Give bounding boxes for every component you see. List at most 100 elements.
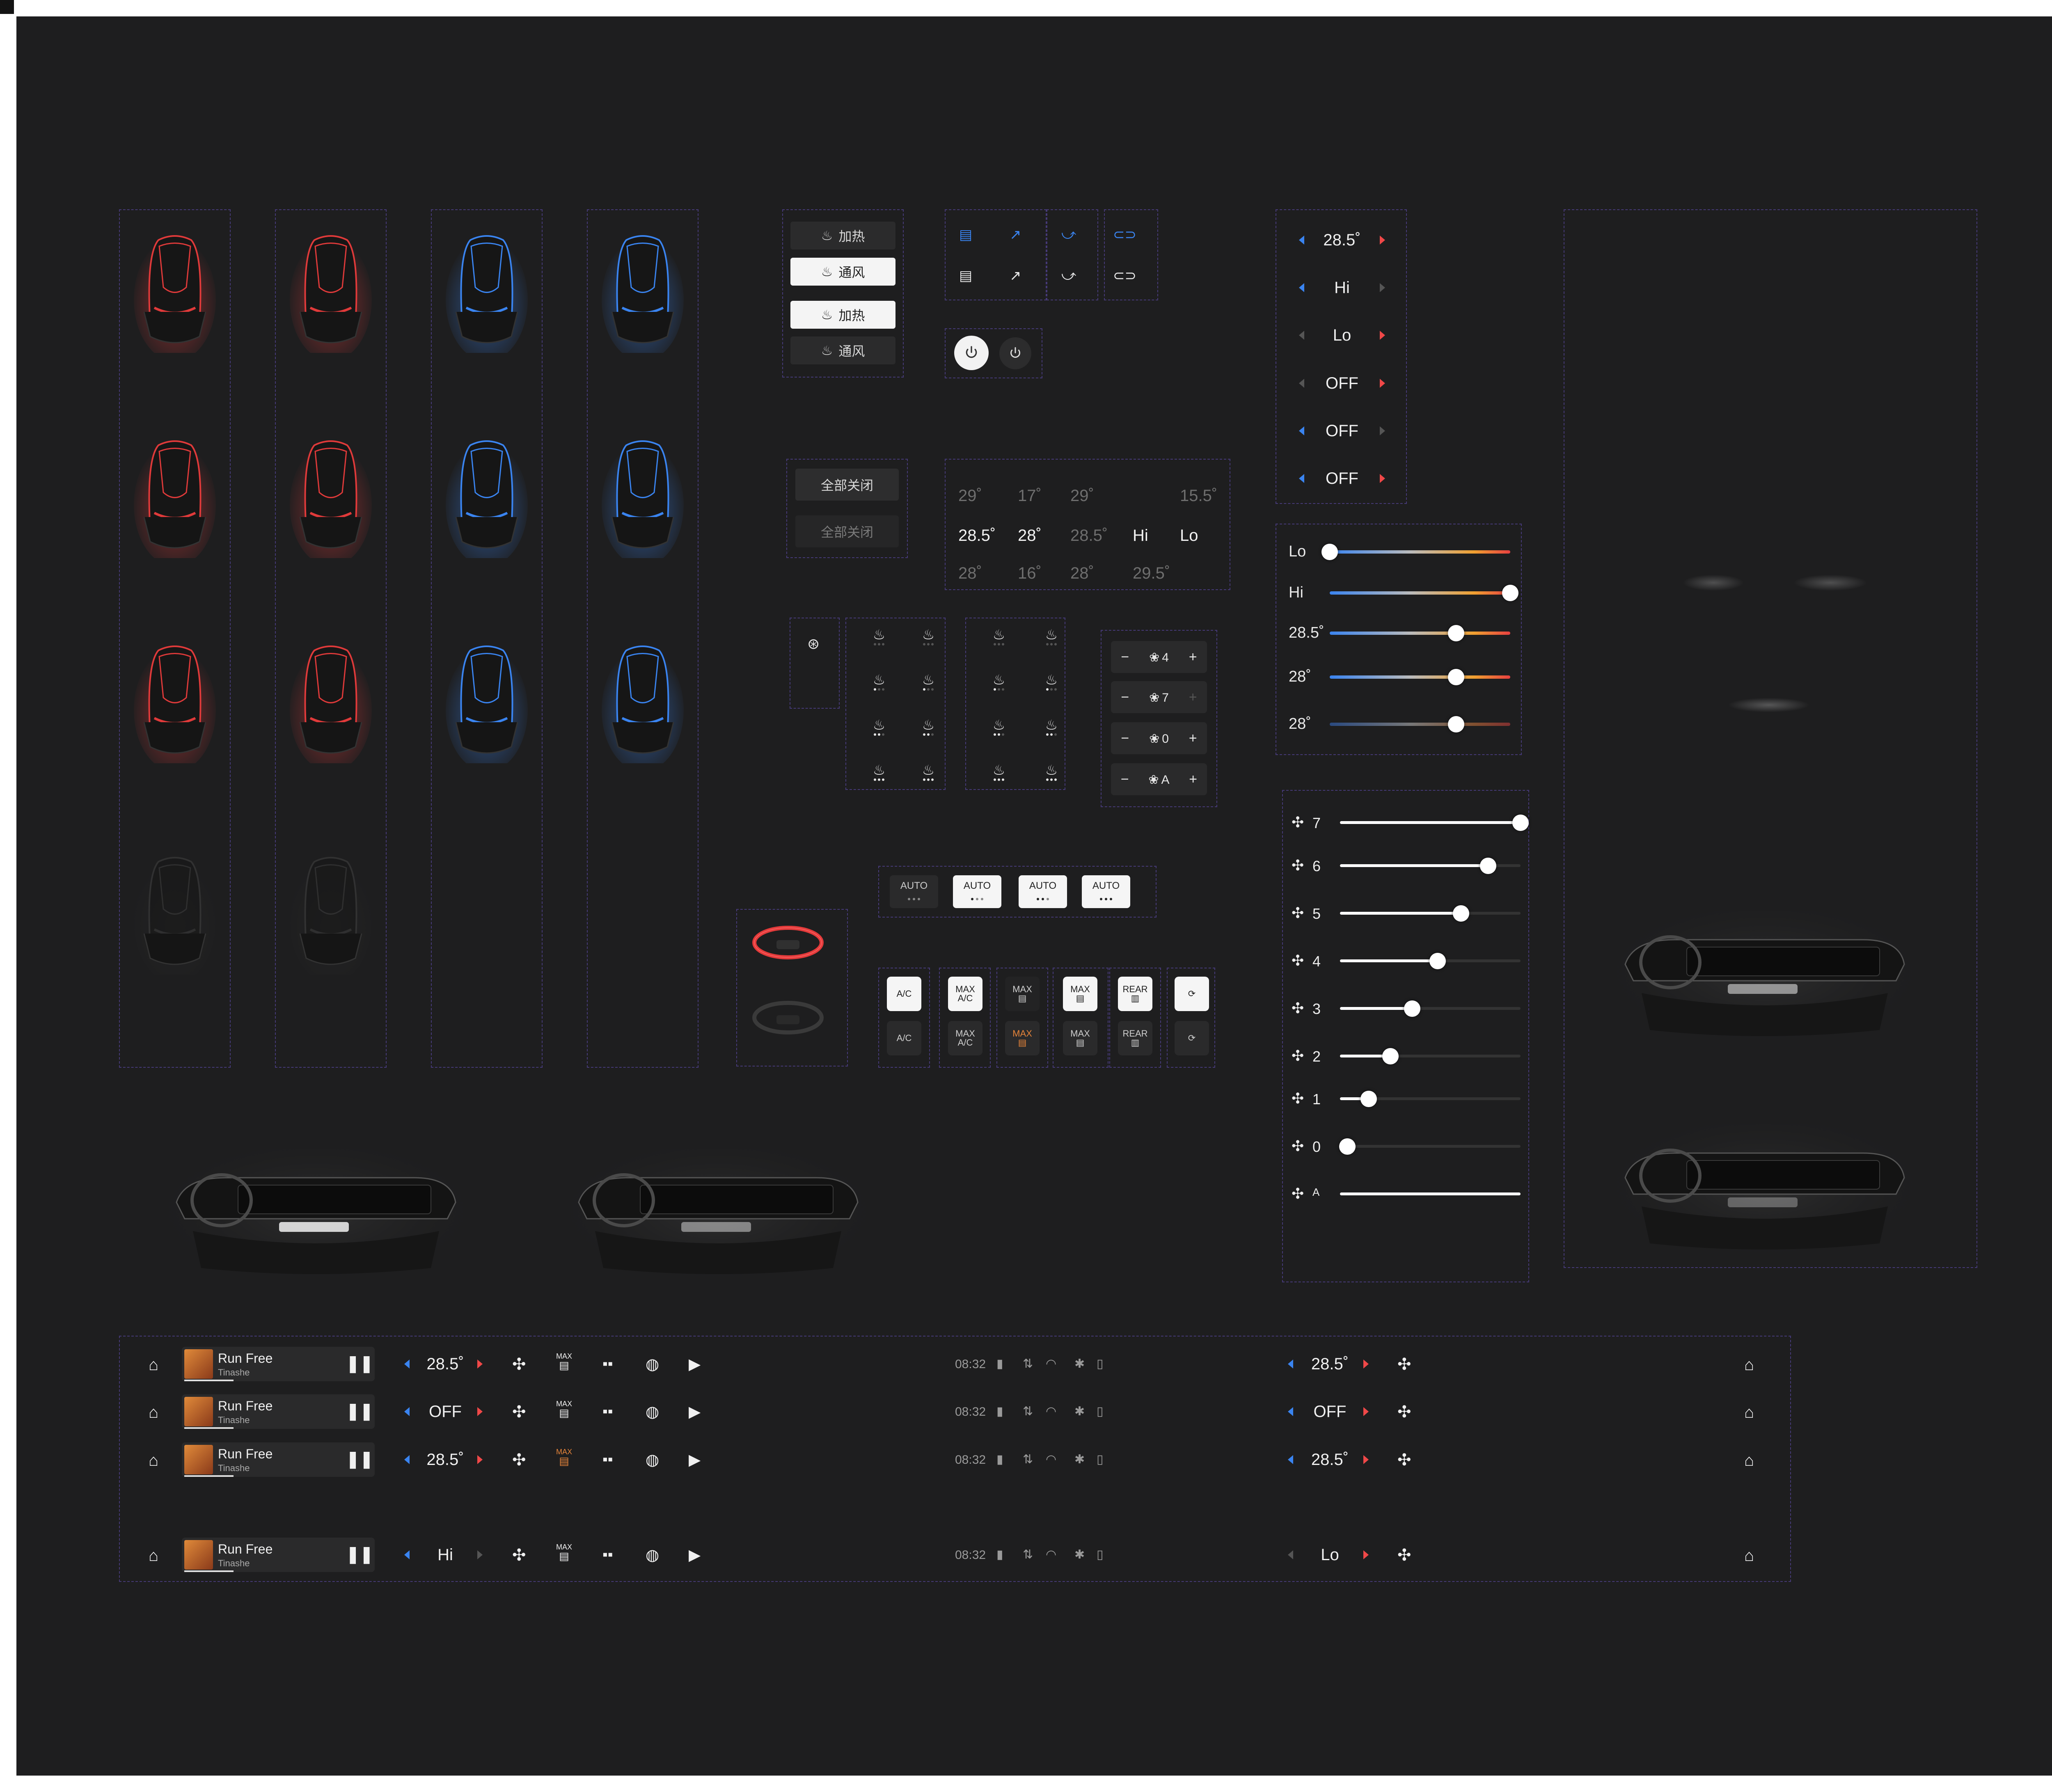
airflow-mode-icon[interactable]: ⤻ (1061, 268, 1076, 284)
seat-level-button[interactable]: ♨ (918, 763, 939, 788)
fan-slider-track[interactable] (1340, 912, 1521, 915)
increase-arrow-icon[interactable] (1363, 1550, 1369, 1559)
play-icon[interactable]: ▶ (689, 1546, 701, 1564)
decrease-arrow-icon[interactable] (1288, 1455, 1293, 1464)
seat-level-button[interactable]: ♨ (989, 628, 1009, 652)
play-icon[interactable]: ▶ (689, 1355, 701, 1373)
fan-slider-track[interactable] (1340, 1007, 1521, 1010)
auto-button[interactable]: AUTO (1082, 875, 1130, 908)
fan-icon[interactable]: ✣ (1397, 1403, 1411, 1421)
airflow-mode-icon-active[interactable]: ⊂⊃ (1113, 227, 1136, 243)
auto-button[interactable]: AUTO (953, 875, 1001, 908)
increase-arrow-icon[interactable] (477, 1407, 483, 1416)
increase-arrow-icon[interactable] (1363, 1407, 1369, 1416)
seat-level-button[interactable]: ♨ (918, 673, 939, 698)
fan-slider-track[interactable] (1340, 1055, 1521, 1057)
home-icon[interactable]: ⌂ (1744, 1547, 1754, 1565)
ac-button[interactable]: A/C (887, 977, 921, 1011)
home-icon[interactable]: ⌂ (149, 1403, 158, 1422)
max-defrost-icon[interactable]: MAX ▤ (556, 1399, 572, 1418)
fan-slider-knob[interactable] (1382, 1048, 1399, 1064)
seat-vent-button[interactable]: ♨ 通风 (790, 336, 895, 364)
increase-arrow-icon[interactable] (477, 1550, 483, 1559)
decrease-arrow-icon[interactable] (404, 1359, 410, 1369)
seat-level-button[interactable]: ♨ (1041, 628, 1062, 652)
seat-heat-button[interactable]: ♨ 加热 (790, 222, 895, 249)
steering-wheel-icon[interactable]: ⊛ (807, 635, 820, 652)
increase-button[interactable]: + (1189, 689, 1197, 705)
media-card[interactable]: Run Free Tinashe ❚❚ (182, 1538, 375, 1572)
decrease-arrow-icon[interactable] (404, 1455, 410, 1464)
seat-level-button[interactable]: ♨ (989, 763, 1009, 788)
seat-level-button[interactable]: ♨ (989, 718, 1009, 743)
fan-slider-knob[interactable] (1479, 858, 1496, 874)
max-defrost-button[interactable]: MAX ▤ (1005, 1021, 1040, 1055)
max-defrost-button[interactable]: MAX ▤ (1063, 977, 1097, 1011)
temp-slider-knob[interactable] (1448, 625, 1464, 641)
increase-arrow-icon[interactable] (1379, 426, 1385, 435)
decrease-arrow-icon[interactable] (1299, 426, 1304, 435)
fan-icon[interactable]: ✣ (1397, 1355, 1411, 1374)
increase-arrow-icon[interactable] (1379, 474, 1385, 483)
max-defrost-icon[interactable]: MAX ▤ (556, 1447, 572, 1466)
pause-icon[interactable]: ❚❚ (346, 1450, 373, 1469)
steering-heat-on-icon[interactable] (752, 926, 824, 959)
recirculation-button[interactable]: ⟳ (1175, 977, 1209, 1011)
fan-slider-track[interactable] (1340, 821, 1521, 824)
apps-grid-icon[interactable]: ▪▪ (602, 1451, 613, 1468)
decrease-arrow-icon[interactable] (1299, 236, 1304, 245)
max-defrost-icon[interactable]: MAX ▤ (556, 1543, 572, 1561)
decrease-button[interactable]: − (1121, 649, 1129, 665)
airflow-mode-icon[interactable]: ⊂⊃ (1113, 268, 1136, 284)
decrease-arrow-icon[interactable] (1288, 1359, 1293, 1369)
apps-grid-icon[interactable]: ▪▪ (602, 1403, 613, 1420)
max-defrost-button[interactable]: MAX ▤ (1063, 1021, 1097, 1055)
pause-icon[interactable]: ❚❚ (346, 1402, 373, 1421)
steering-heat-off-icon[interactable] (752, 1001, 824, 1034)
decrease-arrow-icon[interactable] (1299, 331, 1304, 340)
temp-slider-track[interactable] (1330, 723, 1510, 726)
decrease-arrow-icon[interactable] (404, 1550, 410, 1559)
temp-slider-knob[interactable] (1448, 716, 1464, 732)
fan-slider-knob[interactable] (1404, 1000, 1420, 1017)
close-all-button[interactable]: 全部关闭 (795, 469, 899, 501)
home-icon[interactable]: ⌂ (1744, 1451, 1754, 1470)
increase-arrow-icon[interactable] (1363, 1359, 1369, 1369)
seat-level-button[interactable]: ♨ (1041, 718, 1062, 743)
seat-level-button[interactable]: ♨ (869, 628, 889, 652)
airflow-mode-icon-active[interactable]: ↗ (1010, 227, 1021, 243)
increase-button[interactable]: + (1189, 730, 1197, 746)
media-card[interactable]: Run Free Tinashe ❚❚ (182, 1347, 375, 1381)
play-icon[interactable]: ▶ (689, 1403, 701, 1421)
max-defrost-icon[interactable]: MAX ▤ (556, 1352, 572, 1371)
home-icon[interactable]: ⌂ (149, 1547, 158, 1565)
rear-defrost-button[interactable]: REAR ▥ (1118, 977, 1152, 1011)
decrease-arrow-icon[interactable] (1299, 474, 1304, 483)
auto-button[interactable]: AUTO (1019, 875, 1067, 908)
fan-icon[interactable]: ✣ (1397, 1546, 1411, 1565)
apps-grid-icon[interactable]: ▪▪ (602, 1355, 613, 1372)
seat-level-button[interactable]: ♨ (918, 718, 939, 743)
pause-icon[interactable]: ❚❚ (346, 1545, 373, 1564)
power-button[interactable] (954, 336, 989, 370)
airflow-mode-icon[interactable]: ↗ (1010, 268, 1021, 284)
recirculation-button[interactable]: ⟳ (1175, 1021, 1209, 1055)
ac-button[interactable]: A/C (887, 1021, 921, 1055)
decrease-button[interactable]: − (1121, 730, 1129, 746)
pause-icon[interactable]: ❚❚ (346, 1354, 373, 1373)
temp-slider-knob[interactable] (1502, 585, 1518, 601)
fan-icon[interactable]: ✣ (1397, 1451, 1411, 1469)
fan-slider-knob[interactable] (1452, 905, 1469, 922)
increase-arrow-icon[interactable] (1379, 379, 1385, 388)
decrease-arrow-icon[interactable] (1288, 1550, 1293, 1559)
auto-button[interactable]: AUTO (890, 875, 938, 908)
home-icon[interactable]: ⌂ (149, 1451, 158, 1470)
play-icon[interactable]: ▶ (689, 1451, 701, 1469)
increase-arrow-icon[interactable] (1379, 236, 1385, 245)
home-icon[interactable]: ⌂ (149, 1356, 158, 1374)
increase-arrow-icon[interactable] (1380, 331, 1385, 340)
fan-icon[interactable]: ✣ (512, 1546, 526, 1565)
home-icon[interactable]: ⌂ (1744, 1356, 1754, 1374)
media-card[interactable]: Run Free Tinashe ❚❚ (182, 1442, 375, 1477)
seat-level-button[interactable]: ♨ (869, 718, 889, 743)
